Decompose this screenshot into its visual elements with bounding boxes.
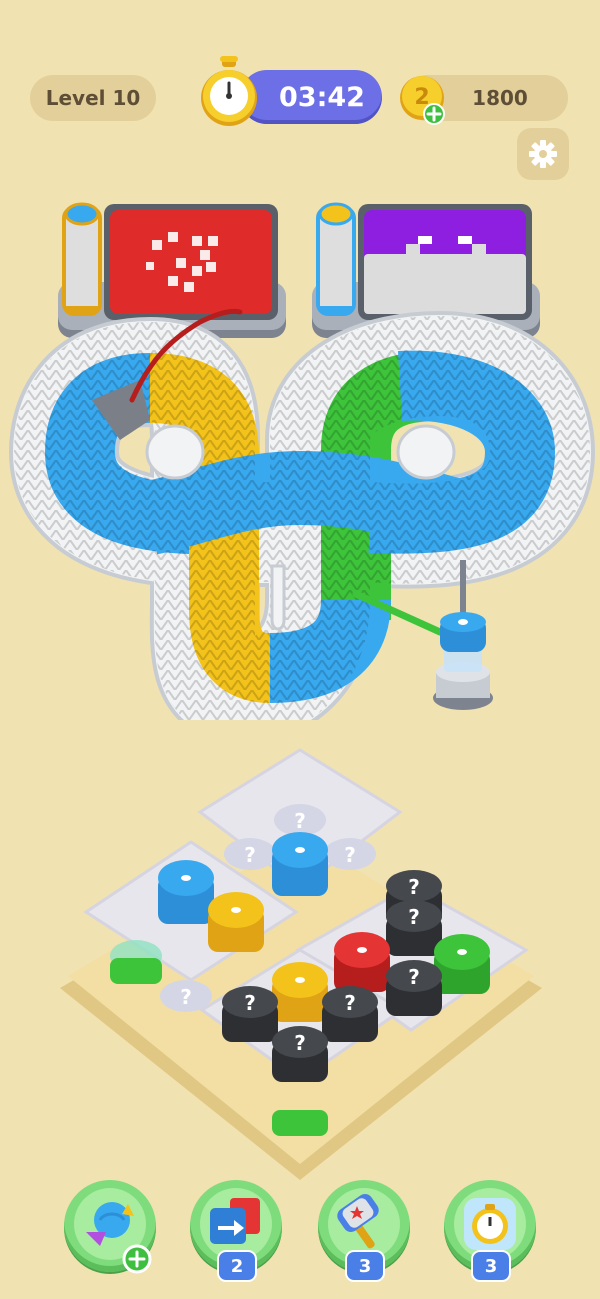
shuffle-icon	[210, 1198, 260, 1244]
booster-yarn-swap-button[interactable]	[64, 1180, 156, 1274]
plus-icon	[122, 1244, 152, 1274]
booster-freeze-timer-button[interactable]: 3	[444, 1180, 536, 1282]
badge-text: 3	[358, 1255, 372, 1277]
yarn-track	[9, 308, 595, 720]
booster-shuffle-button[interactable]: 2	[190, 1180, 282, 1282]
hammer-icon	[337, 1194, 379, 1249]
booster-count-badge: 3	[471, 1250, 511, 1282]
badge-text: 2	[230, 1255, 244, 1277]
badge-text: 3	[484, 1255, 498, 1277]
booster-count-badge: 2	[217, 1250, 257, 1282]
spool-stacks: ? ?	[110, 804, 490, 1136]
booster-count-badge: 3	[345, 1250, 385, 1282]
freeze-clock-icon	[464, 1198, 516, 1250]
spool-tower	[433, 560, 493, 710]
booster-hammer-button[interactable]: 3	[318, 1180, 410, 1282]
